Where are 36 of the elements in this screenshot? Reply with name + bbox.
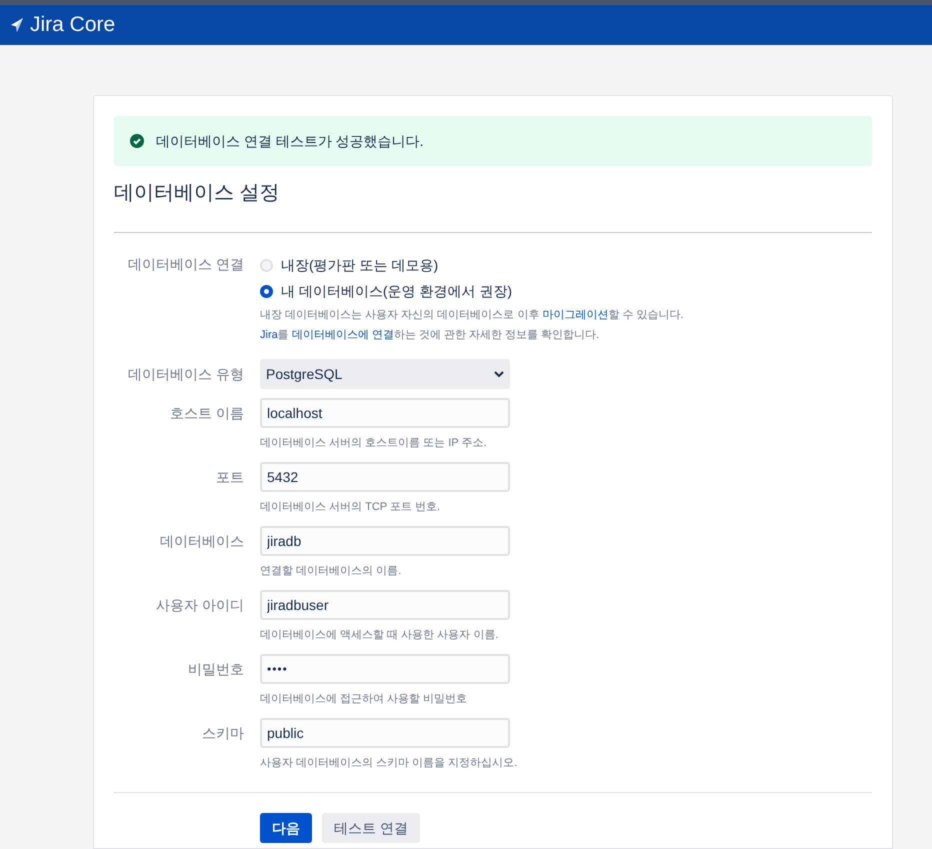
help-text: 데이터베이스 서버의 TCP 포트 번호.: [260, 500, 442, 515]
next-button[interactable]: 다음: [260, 813, 312, 843]
field-label: 포트: [216, 469, 244, 485]
input-field[interactable]: jiradb: [260, 526, 510, 556]
field-label: 호스트 이름: [170, 405, 244, 421]
input-field[interactable]: 5432: [260, 462, 510, 492]
help-link[interactable]: 마이그레이션: [542, 309, 608, 321]
field-label: 데이터베이스: [160, 533, 244, 549]
help-text: Jira를 데이터베이스에 연결하는 것에 관한 자세한 정보를 확인합니다.: [260, 328, 600, 343]
radio-option[interactable]: 내 데이터베이스(운영 환경에서 권장): [260, 279, 684, 303]
input-field[interactable]: ••••: [260, 654, 510, 684]
product-name: Jira Core: [30, 12, 116, 38]
test-connection-button[interactable]: 테스트 연결: [322, 813, 420, 843]
chevron-down-icon: [494, 370, 504, 378]
field-label: 데이터베이스 연결: [128, 256, 244, 272]
help-text: 데이터베이스 서버의 호스트이름 또는 IP 주소.: [260, 436, 488, 451]
check-circle-icon: [130, 134, 144, 148]
input-field[interactable]: localhost: [260, 398, 510, 428]
field-label: 데이터베이스 유형: [128, 366, 244, 382]
help-text: 연결할 데이터베이스의 이름.: [260, 564, 402, 579]
input-field[interactable]: public: [260, 718, 510, 748]
help-text: 내장 데이터베이스는 사용자 자신의 데이터베이스로 이후 마이그레이션할 수 있습니다.: [260, 308, 684, 323]
radio-option[interactable]: 내장(평가판 또는 데모용): [260, 253, 684, 277]
page-title: 데이터베이스 설정: [114, 181, 281, 206]
input-field[interactable]: jiradbuser: [260, 590, 510, 620]
alert-message: 데이터베이스 연결 테스트가 성공했습니다.: [156, 132, 424, 150]
field-label: 스키마: [202, 725, 244, 741]
help-link[interactable]: 데이터베이스에 연결: [292, 329, 394, 341]
help-text: 데이터베이스에 액세스할 때 사용한 사용자 이름.: [260, 628, 500, 643]
logo-icon: [10, 17, 24, 33]
field-label: 사용자 아이디: [156, 597, 244, 613]
field-label: 비밀번호: [188, 661, 244, 677]
database-type-select[interactable]: PostgreSQL: [260, 359, 510, 389]
help-text: 데이터베이스에 접근하여 사용할 비밀번호: [260, 692, 468, 707]
help-link[interactable]: Jira: [260, 329, 278, 341]
help-text: 사용자 데이터베이스의 스키마 이름을 지정하십시오.: [260, 756, 518, 771]
